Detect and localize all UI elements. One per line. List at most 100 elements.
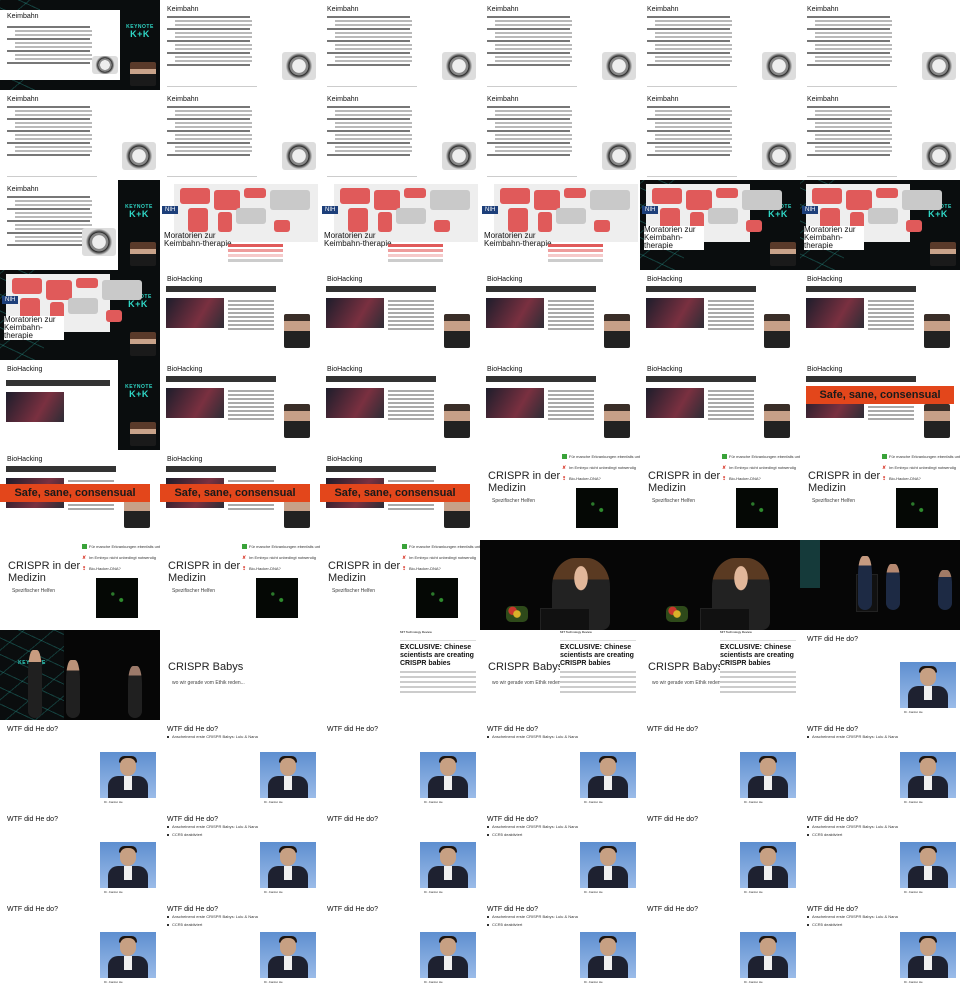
slide-thumbnail[interactable]: BioHacking	[640, 360, 800, 450]
slide-thumbnail[interactable]: WTF did He do? Anscheinend erste CRISPR B…	[160, 900, 320, 990]
slide-thumbnail[interactable]: CRISPR in der Medizin Spezifischer Helfen…	[160, 540, 320, 630]
slide-thumbnail[interactable]: BioHacking Safe, sane, consensual	[320, 450, 480, 540]
text-line	[708, 410, 754, 412]
slide-thumbnail[interactable]: Keimbahn	[800, 90, 960, 180]
text-line	[15, 216, 92, 218]
slide-thumbnail[interactable]: BioHacking	[320, 360, 480, 450]
slide-thumbnail[interactable]: BioHacking	[480, 270, 640, 360]
slide-thumbnail[interactable]: WTF did He do? Dr. Jiankui He	[0, 720, 160, 810]
slide-thumbnail[interactable]: KEYNOTE K+K BioHacking	[0, 360, 160, 450]
article-text	[228, 298, 274, 332]
slide-thumbnail[interactable]: NIH Moratorien zur Keimbahn-therapie	[320, 180, 480, 270]
slide-thumbnail[interactable]	[800, 540, 960, 630]
text-line	[228, 300, 274, 302]
text-line	[548, 304, 594, 306]
slide-thumbnail[interactable]: KEYNOTEK+KNIHMoratorien zur Keimbahn-the…	[0, 270, 160, 360]
checklist-label: Bio-Hacker-DNA?	[89, 566, 121, 571]
text-line	[388, 300, 434, 302]
text-line	[655, 48, 732, 50]
slide-thumbnail[interactable]: WTF did He do? Dr. Jiankui He	[800, 630, 960, 720]
slide-thumbnail[interactable]: Keimbahn	[320, 0, 480, 90]
slide-thumbnail[interactable]: KEYNOTEK+KNIHMoratorien zur Keimbahn-the…	[640, 180, 800, 270]
slide-thumbnail[interactable]: Keimbahn	[640, 0, 800, 90]
text-line	[495, 32, 572, 34]
slide-thumbnail[interactable]: WTF did He do? Dr. Jiankui He	[640, 720, 800, 810]
bullet-item: Anscheinend erste CRISPR Babys: Lulu & N…	[167, 914, 258, 919]
slide-thumbnail[interactable]: KEYNOTE K+K Keimbahn	[0, 180, 160, 270]
slide-thumbnail[interactable]: WTF did He do? Anscheinend erste CRISPR B…	[800, 810, 960, 900]
slide-thumbnail[interactable]: WTF did He do? Dr. Jiankui He	[320, 810, 480, 900]
text-line	[15, 114, 92, 116]
slide-thumbnail[interactable]: NIH Moratorien zur Keimbahn-therapie	[160, 180, 320, 270]
bullet-item: CCR5 deaktiviert	[487, 922, 522, 927]
text-line	[228, 304, 274, 306]
slide-thumbnail[interactable]: Keimbahn	[160, 0, 320, 90]
slide-thumbnail[interactable]: WTF did He do? Anscheinend erste CRISPR B…	[800, 720, 960, 810]
text-line	[487, 118, 570, 120]
slide-thumbnail[interactable]: MIT Technology Review EXCLUSIVE: Chinese …	[320, 630, 480, 720]
map-region	[906, 220, 922, 232]
slide-thumbnail[interactable]: BioHacking	[640, 270, 800, 360]
slide-thumbnail[interactable]: BioHacking	[480, 360, 640, 450]
slide-thumbnail[interactable]: WTF did He do? Dr. Jiankui He	[320, 720, 480, 810]
slide-thumbnail[interactable]: Keimbahn	[640, 90, 800, 180]
text-line	[228, 406, 274, 408]
slide-thumbnail[interactable]: WTF did He do? Dr. Jiankui He	[320, 900, 480, 990]
slide-thumbnail[interactable]: KEYNOTE	[0, 630, 160, 720]
text-line	[388, 398, 434, 400]
slide-thumbnail[interactable]: WTF did He do? Anscheinend erste CRISPR B…	[160, 720, 320, 810]
slide-thumbnail[interactable]	[480, 540, 640, 630]
slide-thumbnail[interactable]: WTF did He do? Dr. Jiankui He	[0, 810, 160, 900]
slide-thumbnail[interactable]: WTF did He do? Anscheinend erste CRISPR B…	[480, 810, 640, 900]
text-line	[655, 150, 732, 152]
nih-logo: NIH	[2, 296, 19, 304]
slide-thumbnail[interactable]: CRISPR Babys wo wir gerade vom Ethik rede…	[160, 630, 320, 720]
slide-thumbnail[interactable]: WTF did He do? Anscheinend erste CRISPR B…	[480, 900, 640, 990]
nih-logo: NIH	[322, 206, 339, 214]
slide-thumbnail[interactable]: Keimbahn	[160, 90, 320, 180]
slide-thumbnail[interactable]: Keimbahn	[800, 0, 960, 90]
slide-thumbnail[interactable]: BioHacking	[160, 360, 320, 450]
text-line	[7, 208, 90, 210]
slide-thumbnail[interactable]: BioHacking Safe, sane, consensual	[160, 450, 320, 540]
slide-thumbnail[interactable]: BioHacking	[320, 270, 480, 360]
slide-thumbnail[interactable]: WTF did He do? Anscheinend erste CRISPR B…	[160, 810, 320, 900]
slide-thumbnail[interactable]: CRISPR Babys wo wir gerade vom Ethik rede…	[640, 630, 800, 720]
slide-thumbnail[interactable]: CRISPR in der Medizin Spezifischer Helfen…	[480, 450, 640, 540]
slide-thumbnail[interactable]: BioHacking Safe, sane, consensual	[800, 360, 960, 450]
slide-thumbnail[interactable]: BioHacking	[800, 270, 960, 360]
slide-thumbnail[interactable]: KEYNOTE K+K Keimbahn	[0, 0, 160, 90]
slide-thumbnail[interactable]: WTF did He do? Dr. Jiankui He	[0, 900, 160, 990]
text-line	[495, 20, 572, 22]
slide-thumbnail[interactable]: Keimbahn	[480, 0, 640, 90]
text-line	[807, 16, 890, 18]
portrait-shirt	[924, 956, 932, 970]
slide-thumbnail[interactable]: CRISPR in der Medizin Spezifischer Helfen…	[800, 450, 960, 540]
slide-thumbnail[interactable]: WTF did He do? Dr. Jiankui He	[640, 810, 800, 900]
slide-thumbnail[interactable]	[640, 540, 800, 630]
slide-thumbnail[interactable]: NIH Moratorien zur Keimbahn-therapie	[480, 180, 640, 270]
text-line	[335, 56, 412, 58]
speaker-logo	[442, 142, 476, 170]
slide-thumbnail[interactable]: CRISPR in der Medizin Spezifischer Helfen…	[320, 540, 480, 630]
text-line	[647, 16, 730, 18]
slide-thumbnail[interactable]: BioHacking	[160, 270, 320, 360]
text-line	[708, 390, 754, 392]
microscopy-image	[576, 488, 618, 528]
slide-thumbnail[interactable]: KEYNOTEK+KNIHMoratorien zur Keimbahn-the…	[800, 180, 960, 270]
text-line	[175, 146, 252, 148]
slide-thumbnail[interactable]: CRISPR Babys wo wir gerade vom Ethik rede…	[480, 630, 640, 720]
portrait-caption: Dr. Jiankui He	[264, 980, 283, 984]
slide-thumbnail[interactable]: WTF did He do? Anscheinend erste CRISPR B…	[480, 720, 640, 810]
portrait-caption: Dr. Jiankui He	[584, 800, 603, 804]
text-line	[228, 308, 274, 310]
slide-thumbnail[interactable]: BioHacking Safe, sane, consensual	[0, 450, 160, 540]
slide-thumbnail[interactable]: Keimbahn	[0, 90, 160, 180]
slide-thumbnail[interactable]: Keimbahn	[480, 90, 640, 180]
slide-thumbnail[interactable]: Keimbahn	[320, 90, 480, 180]
text-line	[647, 40, 730, 42]
slide-thumbnail[interactable]: CRISPR in der Medizin Spezifischer Helfen…	[640, 450, 800, 540]
slide-thumbnail[interactable]: WTF did He do? Anscheinend erste CRISPR B…	[800, 900, 960, 990]
slide-thumbnail[interactable]: WTF did He do? Dr. Jiankui He	[640, 900, 800, 990]
slide-thumbnail[interactable]: CRISPR in der Medizin Spezifischer Helfen…	[0, 540, 160, 630]
